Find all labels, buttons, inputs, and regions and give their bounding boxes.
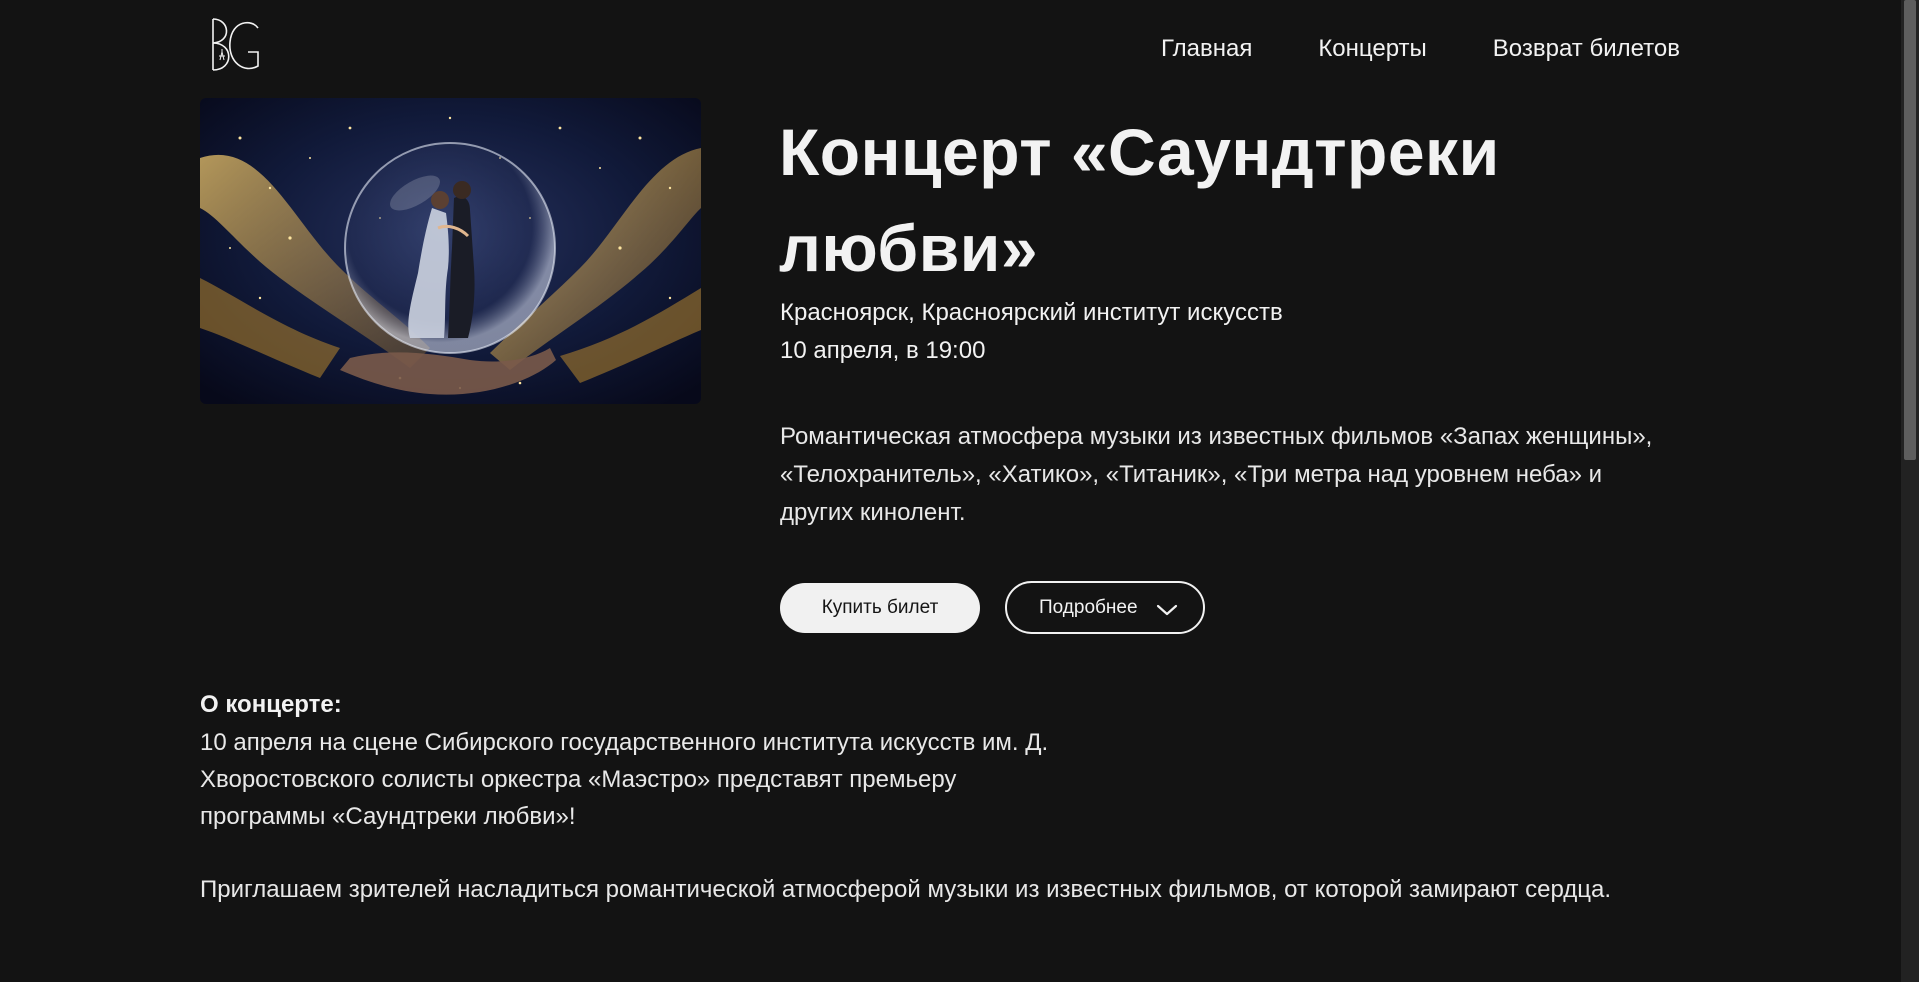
buy-ticket-label: Купить билет: [821, 597, 939, 618]
buy-ticket-button[interactable]: Купить билет: [780, 583, 980, 633]
concert-location: Красноярск, Красноярский институт искусс…: [780, 299, 1283, 326]
logo-monogram-icon: [212, 18, 259, 71]
concert-lead-description: Романтическая атмосфера музыки из извест…: [780, 423, 1653, 526]
concert-title: Концерт «Саундтреки любви»: [779, 115, 1500, 285]
site-logo[interactable]: [208, 16, 268, 78]
invite-text: Приглашаем зрителей насладиться романтич…: [200, 876, 1612, 903]
about-heading: О концерте:: [200, 691, 342, 718]
page-scrollbar[interactable]: [1901, 0, 1919, 982]
concert-datetime: 10 апреля, в 19:00: [780, 337, 986, 364]
more-details-label: Подробнее: [1039, 596, 1138, 618]
page: Главная Концерты Возврат билетов Концерт…: [0, 0, 1919, 982]
main-nav: Главная Концерты Возврат билетов: [1161, 34, 1680, 64]
more-details-button[interactable]: Подробнее: [1005, 581, 1205, 634]
concert-poster-image: [200, 98, 701, 404]
scrollbar-thumb[interactable]: [1904, 0, 1916, 460]
chevron-down-icon: [1156, 601, 1178, 615]
nav-concerts[interactable]: Концерты: [1318, 34, 1426, 64]
about-description: 10 апреля на сцене Сибирского государств…: [200, 729, 1049, 830]
nav-ticket-return[interactable]: Возврат билетов: [1493, 34, 1680, 64]
nav-home[interactable]: Главная: [1161, 34, 1252, 64]
